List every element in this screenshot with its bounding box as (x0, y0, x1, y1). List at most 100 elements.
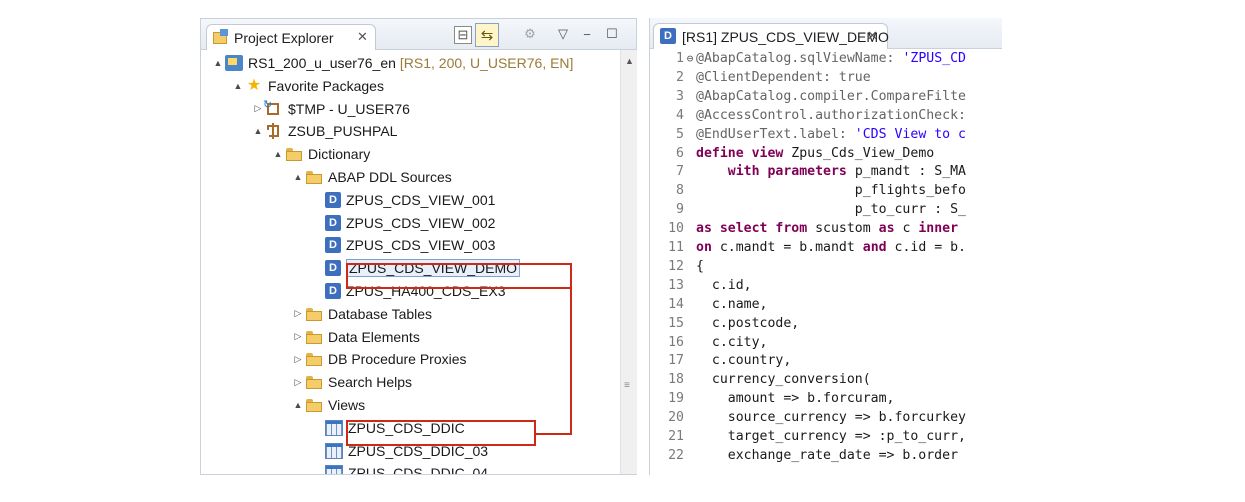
code-line: 21 target_currency => :p_to_curr, (650, 428, 966, 446)
expand-arrow-icon[interactable]: ▲ (231, 81, 245, 91)
code-token: as select from (696, 221, 816, 237)
vertical-scrollbar[interactable]: ▲ ≡ (620, 50, 637, 474)
code-token: @AbapCatalog.compiler.CompareFilte (696, 88, 966, 104)
line-number: 17 (668, 353, 684, 369)
editor-tabbar: D [RS1] ZPUS_CDS_VIEW_DEMO ✕ (650, 18, 1002, 49)
tree-item[interactable]: ▷ Database Tables (291, 303, 433, 325)
collapse-arrow-icon[interactable]: ▷ (291, 354, 305, 365)
project-icon (225, 55, 243, 71)
code-line: 2 @ClientDependent: true (650, 69, 871, 87)
code-line: 18 currency_conversion( (650, 371, 871, 389)
code-line: 8 p_flights_befo (650, 182, 966, 200)
code-editor[interactable]: 1 ⊖ @AbapCatalog.sqlViewName: 'ZPUS_CD 2 @Cl… (650, 50, 1002, 475)
view-icon (325, 442, 343, 459)
tree-item[interactable]: D ZPUS_CDS_VIEW_001 (311, 189, 495, 211)
folder-icon (305, 351, 323, 367)
line-number: 12 (668, 258, 684, 274)
tree-item-label: ZPUS_CDS_VIEW_003 (346, 237, 496, 254)
code-token: inner (918, 221, 959, 237)
highlight-ddl-source (346, 263, 572, 289)
tree-item[interactable]: ▷$TMP - U_USER76 (251, 98, 410, 120)
connection-info: [RS1, 200, U_USER76, EN] (399, 55, 574, 71)
line-number: 1 (676, 51, 684, 66)
expand-arrow-icon[interactable]: ▲ (291, 400, 305, 410)
tree-item[interactable]: ▷ Search Helps (291, 371, 413, 393)
code-token: exchange_rate_date => b.order (696, 447, 959, 463)
code-line: 16 c.city, (650, 334, 767, 352)
folder-icon (305, 374, 323, 390)
tree-item[interactable]: D ZPUS_CDS_VIEW_003 (311, 234, 495, 256)
code-line: 10 as select from scustom as c inner (650, 220, 958, 238)
code-token: with parameters (727, 164, 855, 180)
code-token: target_currency => :p_to_curr, (696, 429, 966, 444)
line-number: 3 (676, 88, 684, 104)
tree-item[interactable]: ▲ Views (291, 394, 366, 416)
screenshot-frame: Project Explorer ✕ ⊟ ⇆ ⚙ ▽ − ☐ ▲ RS1_200_… (200, 18, 1002, 475)
line-number: 20 (668, 410, 684, 426)
ddl-source-icon: D (325, 237, 341, 254)
link-with-editor-icon[interactable]: ⇆ (475, 23, 499, 47)
collapse-arrow-icon[interactable]: ▷ (291, 331, 305, 342)
ddl-source-icon: D (325, 260, 341, 277)
tree-item[interactable]: ▲ ZSUB_PUSHPAL (251, 120, 397, 142)
code-token: amount => b.forcuram, (696, 391, 895, 407)
expand-arrow-icon[interactable]: ▲ (211, 58, 225, 68)
tab-zpus-cds-view-demo[interactable]: D [RS1] ZPUS_CDS_VIEW_DEMO ✕ (653, 23, 889, 49)
code-token: c.id = b. (894, 240, 966, 255)
code-line: 15 c.postcode, (650, 315, 799, 333)
tree-item[interactable]: ▷ Data Elements (291, 326, 420, 348)
close-icon[interactable]: ✕ (867, 28, 878, 44)
expand-arrow-icon[interactable]: ▲ (291, 172, 305, 182)
code-token: Zpus_Cds_View_Demo (791, 145, 935, 161)
minimize-icon[interactable]: − (580, 26, 594, 42)
code-token: c.postcode, (696, 315, 800, 331)
tree-item-label: Favorite Packages (268, 77, 384, 94)
line-number: 9 (676, 202, 684, 218)
code-line: 4 @AccessControl.authorizationCheck: (650, 107, 966, 125)
code-token: @AbapCatalog.sqlViewName: (696, 51, 903, 66)
ddl-source-icon: D (325, 191, 341, 208)
code-token: @ClientDependent: true (696, 69, 871, 85)
maximize-icon[interactable]: ☐ (605, 26, 619, 42)
expand-arrow-icon[interactable]: ▲ (251, 126, 265, 136)
close-icon[interactable]: ✕ (357, 29, 368, 45)
fold-toggle-icon[interactable]: ⊖ (684, 50, 696, 68)
tree-item[interactable]: ▲ RS1_200_u_user76_en [RS1, 200, U_USER76,… (211, 52, 573, 74)
code-line: 1 ⊖ @AbapCatalog.sqlViewName: 'ZPUS_CD (650, 50, 966, 68)
view-menu-icon[interactable]: ▽ (556, 26, 570, 42)
line-number: 2 (676, 69, 684, 85)
tree-item-label: RS1_200_u_user76_en (248, 55, 396, 71)
filter-icon[interactable]: ⚙ (523, 26, 537, 42)
collapse-arrow-icon[interactable]: ▷ (291, 377, 305, 388)
ddl-source-icon: D (325, 214, 341, 231)
editor-pane: D [RS1] ZPUS_CDS_VIEW_DEMO ✕ 1 ⊖ @AbapCata… (649, 18, 1002, 475)
line-number: 5 (676, 126, 684, 142)
tree-item-label: Search Helps (328, 374, 413, 391)
code-token: c.mandt = b.mandt (719, 240, 863, 255)
code-line: 7 with parameters p_mandt : S_MA (650, 163, 966, 181)
tree-item[interactable]: ▲ ★ Favorite Packages (231, 75, 384, 97)
code-line: 9 p_to_curr : S_ (650, 201, 966, 219)
folder-icon (305, 306, 323, 322)
tree-item[interactable]: ▷ DB Procedure Proxies (291, 348, 467, 370)
tree-item[interactable]: ▲ ABAP DDL Sources (291, 166, 452, 188)
tab-project-explorer[interactable]: Project Explorer ✕ (206, 24, 376, 50)
tree-item[interactable]: ▲ Dictionary (271, 143, 371, 165)
tree-item-label: ZPUS_CDS_VIEW_001 (346, 191, 496, 208)
collapse-all-icon[interactable]: ⊟ (454, 26, 472, 44)
view-icon (325, 465, 343, 474)
tree-item[interactable]: D ZPUS_CDS_VIEW_002 (311, 212, 495, 234)
ddl-source-icon: D (660, 28, 676, 44)
code-token: source_currency => b.forcurkey (696, 410, 966, 426)
line-number: 11 (668, 240, 684, 255)
scroll-up-icon[interactable]: ▲ (625, 56, 634, 66)
code-token: c.city, (696, 334, 768, 350)
scroll-thumb[interactable]: ≡ (624, 380, 634, 392)
collapse-arrow-icon[interactable]: ▷ (291, 308, 305, 319)
expand-arrow-icon[interactable]: ▲ (271, 149, 285, 159)
tree-item[interactable]: ZPUS_CDS_DDIC_04 (311, 462, 488, 474)
star-icon: ★ (246, 76, 262, 94)
code-token: and (862, 240, 895, 255)
code-token: 'CDS View to c (854, 126, 966, 142)
